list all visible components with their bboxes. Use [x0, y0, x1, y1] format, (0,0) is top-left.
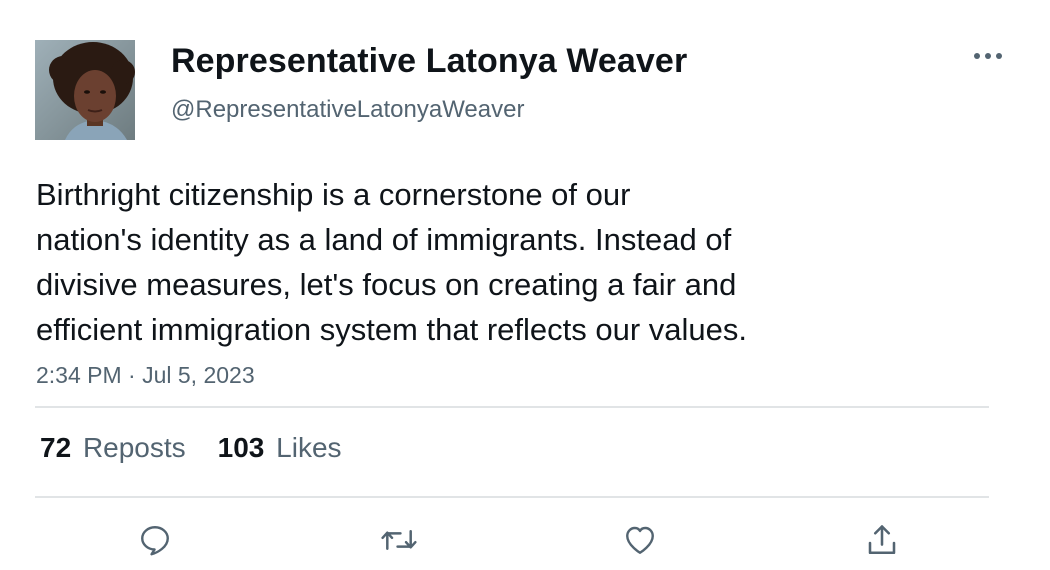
- divider: [35, 406, 989, 408]
- tweet-text-line: efficient immigration system that reflec…: [36, 312, 747, 347]
- like-icon: [626, 526, 654, 554]
- tweet-text-line: Birthright citizenship is a cornerstone …: [36, 177, 631, 212]
- reposts-label: Reposts: [82, 432, 186, 463]
- reply-icon: [141, 526, 169, 556]
- more-options-icon: [974, 53, 1002, 59]
- share-icon: [868, 525, 896, 555]
- likes-label: Likes: [276, 432, 342, 463]
- share-button[interactable]: [860, 518, 904, 562]
- likes-count: 103: [217, 432, 265, 463]
- more-options-button[interactable]: [966, 40, 1010, 72]
- tweet-text: Birthright citizenship is a cornerstone …: [36, 172, 936, 352]
- avatar-photo: [35, 40, 135, 140]
- author-display-name[interactable]: Representative Latonya Weaver: [171, 42, 687, 81]
- tweet-timestamp[interactable]: 2:34 PM · Jul 5, 2023: [36, 362, 255, 389]
- divider: [35, 496, 989, 498]
- reply-button[interactable]: [133, 518, 177, 562]
- repost-icon: [381, 529, 417, 551]
- likes-stat[interactable]: 103 Likes: [218, 432, 342, 464]
- repost-button[interactable]: [377, 518, 421, 562]
- reposts-stat[interactable]: 72 Reposts: [40, 432, 186, 464]
- action-bar: [0, 518, 1050, 562]
- reposts-count: 72: [40, 432, 72, 463]
- author-handle[interactable]: @RepresentativeLatonyaWeaver: [171, 96, 524, 124]
- tweet-text-line: divisive measures, let's focus on creati…: [36, 267, 737, 302]
- tweet-text-line: nation's identity as a land of immigrant…: [36, 222, 732, 257]
- avatar[interactable]: [35, 40, 135, 140]
- like-button[interactable]: [618, 518, 662, 562]
- engagement-stats: 72 Reposts 103 Likes: [40, 432, 342, 464]
